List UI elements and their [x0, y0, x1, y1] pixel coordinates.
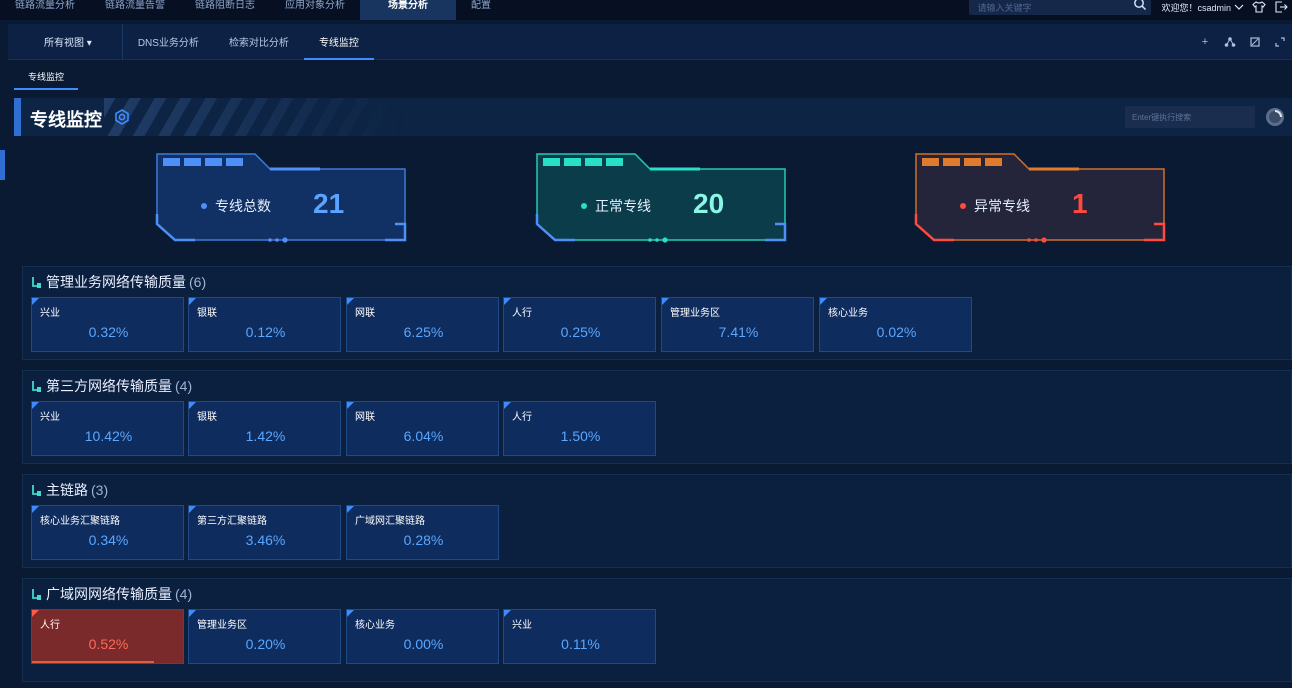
stat-frame-abnormal — [914, 153, 1166, 243]
stat-card-normal: 正常专线 20 — [535, 152, 789, 244]
tile-main-core-agg[interactable]: 核心业务汇聚链路 0.34% — [31, 505, 184, 560]
tile-mgmt-xingye[interactable]: 兴业 0.32% — [31, 297, 184, 352]
tile-wan-core-business[interactable]: 核心业务 0.00% — [346, 609, 499, 664]
tile-wan-mgmt-zone[interactable]: 管理业务区 0.20% — [188, 609, 341, 664]
stat-label-total: 专线总数 — [201, 196, 271, 216]
group-title: 主链路 (3) — [31, 480, 108, 500]
tile-main-third-agg[interactable]: 第三方汇聚链路 3.46% — [188, 505, 341, 560]
group-title: 第三方网络传输质量 (4) — [31, 376, 192, 396]
group-mgmt-network: 管理业务网络传输质量 (6) 兴业 0.32% 银联 0.12% 网联 6.25% 人行… — [22, 266, 1292, 360]
group-title: 广域网网络传输质量 (4) — [31, 584, 192, 604]
group-third-party: 第三方网络传输质量 (4) 兴业 10.42% 银联 1.42% 网联 6.04% 人行… — [22, 370, 1292, 464]
refresh-icon[interactable] — [1264, 106, 1286, 128]
tab-search-compare[interactable]: 检索对比分析 — [214, 24, 304, 60]
expand-icon[interactable] — [1274, 36, 1286, 48]
tree-branch-icon — [32, 589, 41, 600]
welcome-text: 欢迎您！csadmin — [1161, 2, 1231, 13]
view-bar: 所有视图 ▾ DNS业务分析 检索对比分析 专线监控 + — [8, 23, 1292, 60]
tile-mgmt-wanglian[interactable]: 网联 6.25% — [346, 297, 499, 352]
tile-mgmt-renhang[interactable]: 人行 0.25% — [503, 297, 656, 352]
topnav-item-config[interactable]: 配置 — [456, 0, 506, 20]
add-icon[interactable]: + — [1199, 36, 1211, 48]
left-edge-marker — [0, 150, 5, 180]
tree-branch-icon — [32, 485, 41, 496]
logout-icon[interactable] — [1274, 0, 1288, 14]
tile-mgmt-core-business[interactable]: 核心业务 0.02% — [819, 297, 972, 352]
page-header: 专线监控 Enter键执行搜索 — [14, 98, 1292, 136]
tile-main-wan-agg[interactable]: 广域网汇聚链路 0.28% — [346, 505, 499, 560]
tile-third-xingye[interactable]: 兴业 10.42% — [31, 401, 184, 456]
stat-value-total: 21 — [313, 188, 345, 219]
stat-frame-total — [155, 153, 407, 243]
all-views-dropdown[interactable]: 所有视图 ▾ — [8, 23, 123, 60]
stat-label-abnormal: 异常专线 — [960, 196, 1030, 216]
tile-mgmt-mgmt-zone[interactable]: 管理业务区 7.41% — [661, 297, 814, 352]
shirt-icon[interactable] — [1252, 0, 1266, 14]
settings-icon[interactable] — [114, 109, 130, 125]
chevron-down-icon — [1234, 4, 1244, 10]
stat-frame-normal — [535, 153, 787, 243]
user-menu[interactable]: 欢迎您！csadmin — [1161, 1, 1244, 14]
share-icon[interactable] — [1224, 36, 1236, 48]
tile-third-yinlian[interactable]: 银联 1.42% — [188, 401, 341, 456]
topnav-item-app-object[interactable]: 应用对象分析 — [270, 0, 360, 20]
top-navbar: 链路流量分析 链路流量告警 链路阻断日志 应用对象分析 场景分析 配置 请输入关… — [0, 0, 1292, 20]
group-main-link: 主链路 (3) 核心业务汇聚链路 0.34% 第三方汇聚链路 3.46% 广域网汇聚链… — [22, 474, 1292, 568]
stat-value-normal: 20 — [693, 188, 725, 219]
search-icon[interactable] — [1133, 0, 1147, 11]
header-accent-bar — [14, 98, 21, 136]
top-search-placeholder: 请输入关键字 — [977, 2, 1032, 13]
tree-branch-icon — [32, 381, 41, 392]
fullscreen-icon[interactable] — [1249, 36, 1261, 48]
topnav-item-block-log[interactable]: 链路阻断日志 — [180, 0, 270, 20]
tile-wan-renhang-alert[interactable]: 人行 0.52% — [31, 609, 184, 664]
tile-third-wanglian[interactable]: 网联 6.04% — [346, 401, 499, 456]
stat-card-total: 专线总数 21 — [155, 152, 409, 244]
stat-card-abnormal: 异常专线 1 — [914, 152, 1168, 244]
header-stripes — [104, 98, 404, 136]
page-title: 专线监控 — [30, 110, 102, 130]
tile-mgmt-yinlian[interactable]: 银联 0.12% — [188, 297, 341, 352]
subtab-private-line-monitor[interactable]: 专线监控 — [14, 64, 79, 90]
topnav-item-link-traffic[interactable]: 链路流量分析 — [0, 0, 90, 20]
group-title: 管理业务网络传输质量 (6) — [31, 272, 206, 292]
tab-dns-analysis[interactable]: DNS业务分析 — [123, 24, 214, 60]
tree-branch-icon — [32, 277, 41, 288]
group-wan-network: 广域网网络传输质量 (4) 人行 0.52% 管理业务区 0.20% 核心业务 0.00… — [22, 578, 1292, 682]
topnav-item-link-alarm[interactable]: 链路流量告警 — [90, 0, 180, 20]
tile-third-renhang[interactable]: 人行 1.50% — [503, 401, 656, 456]
page-search-input[interactable]: Enter键执行搜索 — [1125, 106, 1255, 128]
topnav-item-scene-analysis[interactable]: 场景分析 — [360, 0, 456, 20]
tab-private-line-monitor[interactable]: 专线监控 — [303, 24, 374, 60]
stat-label-normal: 正常专线 — [581, 196, 651, 216]
tile-wan-xingye[interactable]: 兴业 0.11% — [503, 609, 656, 664]
stat-value-abnormal: 1 — [1072, 188, 1088, 219]
top-nav: 链路流量分析 链路流量告警 链路阻断日志 应用对象分析 场景分析 配置 — [0, 0, 506, 20]
top-search-input[interactable]: 请输入关键字 — [969, 0, 1152, 15]
